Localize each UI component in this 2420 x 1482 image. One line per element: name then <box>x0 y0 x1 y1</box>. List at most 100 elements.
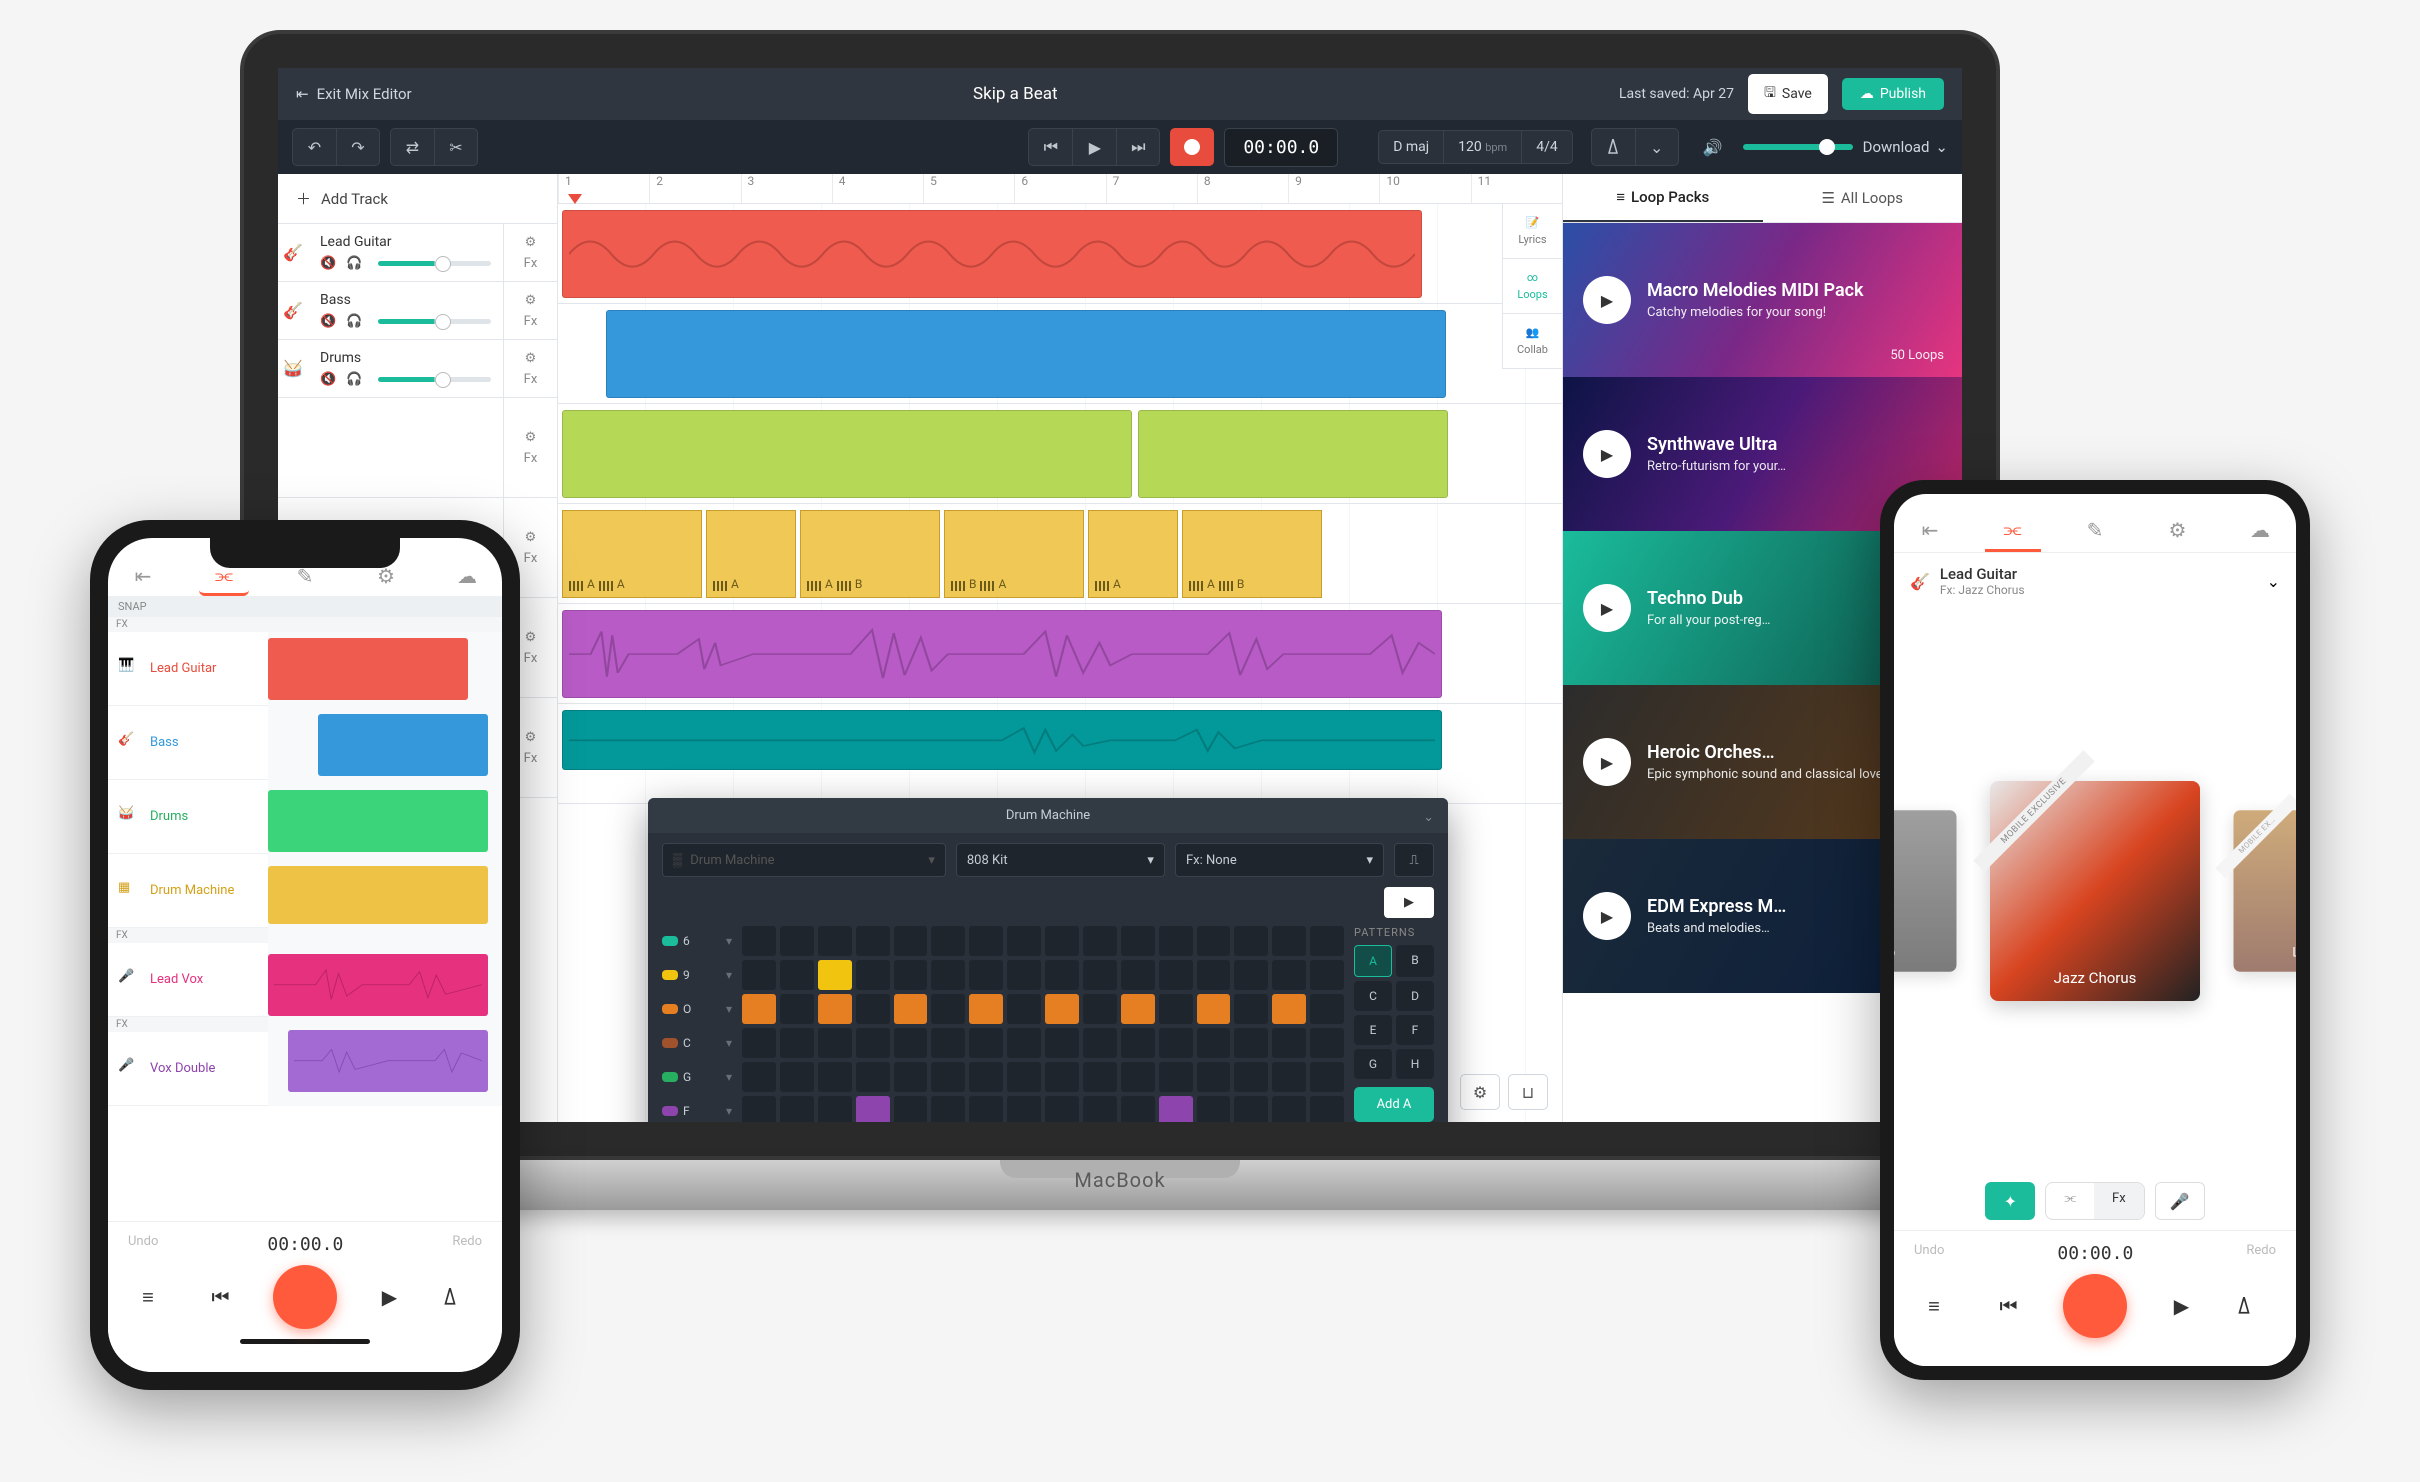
drum-cell[interactable] <box>1007 1028 1041 1058</box>
mob-clip[interactable] <box>268 866 488 924</box>
drum-cell[interactable] <box>1007 960 1041 990</box>
mob2-mixer-button[interactable]: ≡ <box>1914 1294 1954 1319</box>
mute-icon[interactable]: 🔇 <box>320 314 336 329</box>
drum-cell[interactable] <box>1083 960 1117 990</box>
skip-forward-button[interactable]: ⏭ <box>1116 128 1160 166</box>
add-track-button[interactable]: ＋ Add Track <box>278 174 557 224</box>
drum-cell[interactable] <box>1310 1062 1344 1092</box>
pattern-slot[interactable]: H <box>1396 1049 1434 1079</box>
drum-cell[interactable] <box>894 926 928 956</box>
redo-button[interactable]: ↷ <box>336 128 380 166</box>
drum-cell[interactable] <box>1083 926 1117 956</box>
bpm-selector[interactable]: 120 bpm <box>1443 130 1521 164</box>
drum-cell[interactable] <box>1007 926 1041 956</box>
mob2-track-header[interactable]: 🎸 Lead Guitar Fx: Jazz Chorus ⌄ <box>1894 553 2296 609</box>
mob-mixer-button[interactable]: ≡ <box>128 1285 168 1310</box>
drum-cell[interactable] <box>1272 926 1306 956</box>
save-button[interactable]: 🖫 Save <box>1748 74 1828 114</box>
drum-cell[interactable] <box>1159 1062 1193 1092</box>
drum-cell[interactable] <box>818 1096 852 1122</box>
mob2-redo-button[interactable]: Redo <box>2246 1243 2276 1264</box>
pattern-slot[interactable]: D <box>1396 981 1434 1011</box>
drum-cell[interactable] <box>1159 1028 1193 1058</box>
drum-cell[interactable] <box>1159 994 1193 1024</box>
mob2-wave-tab[interactable]: ⫘ <box>1985 508 2041 552</box>
drum-cell[interactable] <box>1083 1096 1117 1122</box>
drum-cell[interactable] <box>1272 1028 1306 1058</box>
loop-button[interactable]: ⇄ <box>390 128 434 166</box>
drum-cell[interactable] <box>931 994 965 1024</box>
mob-play-button[interactable]: ▶ <box>370 1285 410 1309</box>
fx-card-prev[interactable]: …oop <box>1894 810 1957 972</box>
drum-cell[interactable] <box>969 926 1003 956</box>
mob-clip[interactable] <box>288 1030 488 1092</box>
drum-cell[interactable] <box>894 960 928 990</box>
drum-cell[interactable] <box>1310 994 1344 1024</box>
fx-label[interactable]: Fx <box>524 651 538 666</box>
mob2-exit-button[interactable]: ⇤ <box>1902 508 1958 552</box>
tab-loop-packs[interactable]: ≡Loop Packs <box>1563 174 1763 222</box>
seg-wave[interactable]: ⫘ <box>2046 1183 2094 1219</box>
drum-cell[interactable] <box>1121 926 1155 956</box>
gear-icon[interactable]: ⚙ <box>525 630 537 645</box>
drum-cell[interactable] <box>1083 1028 1117 1058</box>
mute-icon[interactable]: 🔇 <box>320 256 336 271</box>
drum-machine-dropdown[interactable]: ▒ Drum Machine ▾ <box>662 843 946 877</box>
publish-button[interactable]: ☁ Publish <box>1842 78 1944 110</box>
drum-cell[interactable] <box>780 960 814 990</box>
sidetab-loops[interactable]: ∞Loops <box>1503 259 1562 314</box>
drum-cell[interactable] <box>856 1096 890 1122</box>
drum-pattern-clip[interactable]: A B <box>800 510 940 598</box>
headphones-icon[interactable]: 🎧 <box>346 256 362 271</box>
drum-cell[interactable] <box>742 1096 776 1122</box>
drum-cell[interactable] <box>1310 1028 1344 1058</box>
drum-cell[interactable] <box>1234 1028 1268 1058</box>
drum-pattern-clip[interactable]: A B <box>1182 510 1322 598</box>
skip-back-button[interactable]: ⏮ <box>1028 128 1072 166</box>
drum-cell[interactable] <box>818 1062 852 1092</box>
drum-cell[interactable] <box>1083 1062 1117 1092</box>
mobile-track-label[interactable]: 🥁 Drums <box>108 780 268 854</box>
drum-cell[interactable] <box>1234 1062 1268 1092</box>
drum-cell[interactable] <box>969 1096 1003 1122</box>
track-volume-slider[interactable] <box>378 261 491 266</box>
fx-label[interactable]: Fx <box>524 751 538 766</box>
master-volume-slider[interactable] <box>1743 144 1853 150</box>
drum-cell[interactable] <box>1272 994 1306 1024</box>
drum-cell[interactable] <box>1310 1096 1344 1122</box>
gear-icon[interactable]: ⚙ <box>525 730 537 745</box>
mobile-track-label[interactable]: ▦ Drum Machine <box>108 854 268 928</box>
drum-pattern-clip[interactable]: A <box>706 510 796 598</box>
mob-undo-button[interactable]: Undo <box>128 1234 158 1255</box>
drum-cell[interactable] <box>1159 926 1193 956</box>
fx-card-current[interactable]: MOBILE EXCLUSIVE Jazz Chorus <box>1990 781 2200 1001</box>
mob-exit-button[interactable]: ⇤ <box>118 556 168 596</box>
scissors-button[interactable]: ✂ <box>434 128 478 166</box>
mobile-track-label[interactable]: 🎤 Vox Double <box>108 1032 268 1106</box>
drum-cell[interactable] <box>856 1062 890 1092</box>
fx-label[interactable]: Fx <box>524 372 538 387</box>
mob2-play-button[interactable]: ▶ <box>2162 1294 2202 1318</box>
pattern-slot[interactable]: C <box>1354 981 1392 1011</box>
exit-editor-link[interactable]: ⇤ Exit Mix Editor <box>296 85 412 103</box>
drum-cell[interactable] <box>1121 994 1155 1024</box>
drum-cell[interactable] <box>818 926 852 956</box>
drum-cell[interactable] <box>1272 1062 1306 1092</box>
mob2-metronome-button[interactable] <box>2236 1297 2276 1315</box>
drum-cell[interactable] <box>856 960 890 990</box>
drum-cell[interactable] <box>931 1062 965 1092</box>
sidetab-collab[interactable]: 👥Collab <box>1503 314 1562 369</box>
drum-cell[interactable] <box>1121 1028 1155 1058</box>
mob-skip-back-button[interactable]: ⏮ <box>201 1285 241 1309</box>
mob-clip[interactable] <box>318 714 488 776</box>
mute-icon[interactable]: 🔇 <box>320 372 336 387</box>
mob-metronome-button[interactable] <box>442 1288 482 1306</box>
loop-pack-card[interactable]: ▶ Macro Melodies MIDI Pack Catchy melodi… <box>1563 223 1962 377</box>
drum-cell[interactable] <box>856 926 890 956</box>
fx-label[interactable]: Fx <box>524 551 538 566</box>
drum-cell[interactable] <box>780 994 814 1024</box>
drum-cell[interactable] <box>1045 1028 1079 1058</box>
pattern-slot[interactable]: E <box>1354 1015 1392 1045</box>
drum-cell[interactable] <box>1234 926 1268 956</box>
drum-cell[interactable] <box>742 926 776 956</box>
